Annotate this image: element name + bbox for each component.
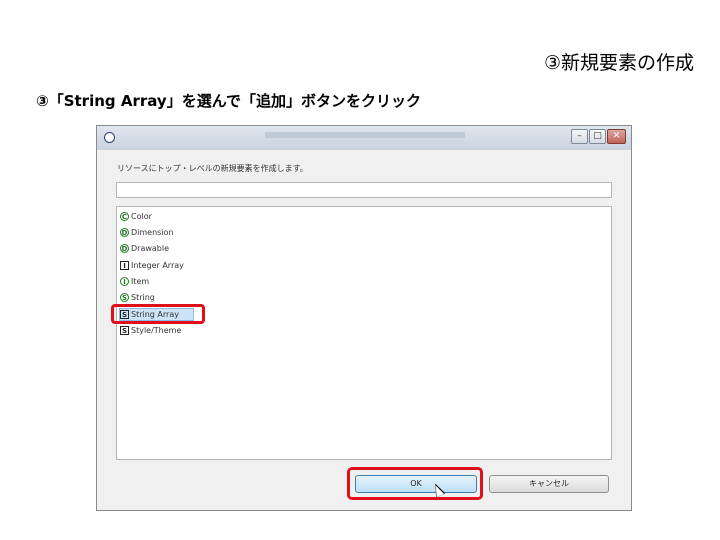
list-item[interactable]: D Drawable — [120, 242, 169, 255]
step-instruction: ③「String Array」を選んで「追加」ボタンをクリック — [36, 92, 421, 110]
dimension-type-icon: D — [120, 228, 129, 237]
eclipse-icon — [104, 132, 115, 143]
list-item[interactable]: I Item — [120, 275, 149, 288]
style-theme-type-icon: S — [120, 326, 129, 335]
list-item-label: Color — [131, 212, 152, 221]
list-item-label: Dimension — [131, 228, 174, 237]
cancel-button[interactable]: キャンセル — [489, 475, 609, 493]
list-item-label: String — [131, 293, 155, 302]
dialog-titlebar[interactable]: – □ ✕ — [97, 126, 631, 150]
string-array-highlight — [111, 304, 205, 324]
list-item[interactable]: S Style/Theme — [120, 324, 181, 337]
item-type-icon: I — [120, 277, 129, 286]
list-item[interactable]: S String — [120, 291, 155, 304]
list-item-label: Item — [131, 277, 150, 286]
close-button[interactable]: ✕ — [607, 129, 626, 144]
new-element-dialog: – □ ✕ リソースにトップ・レベルの新規要素を作成します。 C Color D… — [96, 125, 632, 511]
maximize-button[interactable]: □ — [589, 129, 606, 144]
list-item-label: Style/Theme — [131, 326, 182, 335]
dialog-title-blurred — [265, 132, 465, 138]
list-item[interactable]: I Integer Array — [120, 259, 184, 272]
element-type-list[interactable]: C Color D Dimension D Drawable I Integer… — [116, 206, 612, 460]
ok-button-highlight — [347, 467, 483, 500]
string-type-icon: S — [120, 293, 129, 302]
slide-title: ③新規要素の作成 — [543, 52, 694, 74]
list-item-label: Drawable — [131, 244, 170, 253]
list-item[interactable]: C Color — [120, 210, 152, 223]
dialog-prompt: リソースにトップ・レベルの新規要素を作成します。 — [117, 164, 308, 173]
minimize-button[interactable]: – — [571, 129, 588, 144]
color-type-icon: C — [120, 212, 129, 221]
filter-input[interactable] — [116, 182, 612, 198]
list-item[interactable]: D Dimension — [120, 226, 174, 239]
drawable-type-icon: D — [120, 244, 129, 253]
integer-array-type-icon: I — [120, 261, 129, 270]
list-item-label: Integer Array — [131, 261, 184, 270]
